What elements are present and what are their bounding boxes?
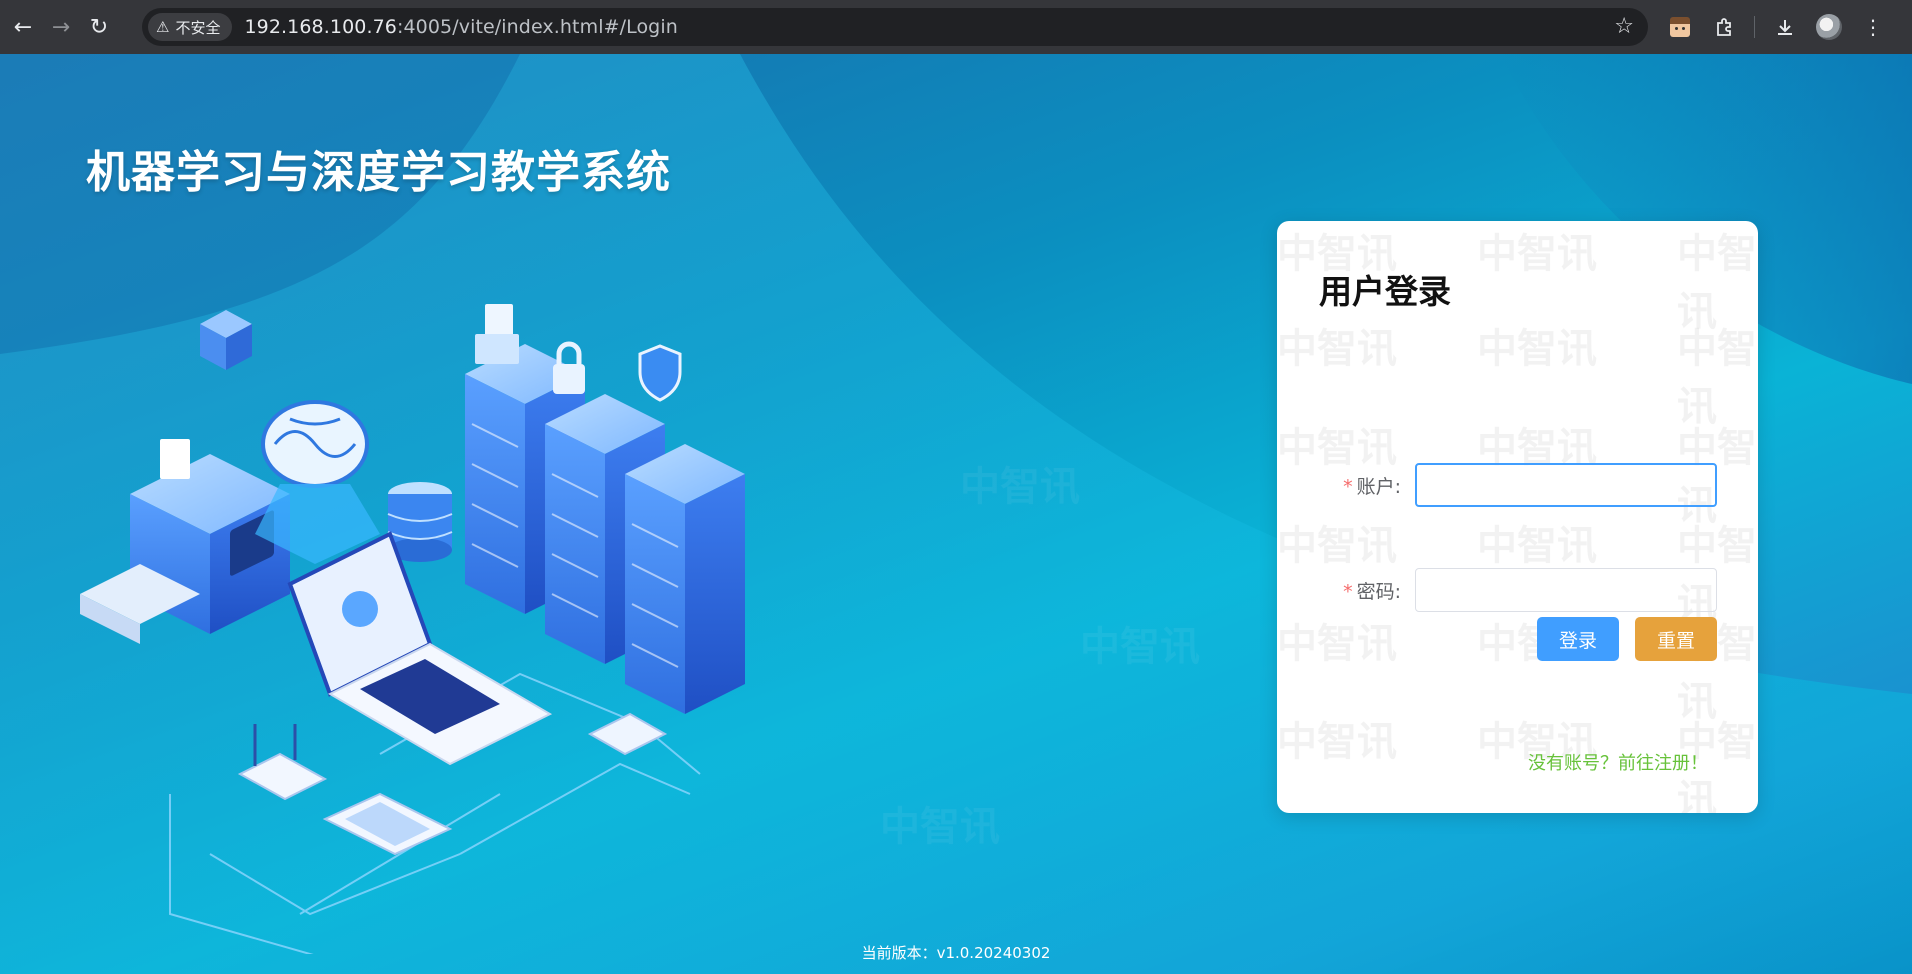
required-mark: *	[1343, 475, 1353, 498]
card-watermark: 中智讯	[1277, 326, 1397, 372]
url-host: 192.168.100.76	[244, 16, 397, 38]
version-info: 当前版本：v1.0.20240302	[861, 944, 1051, 962]
url-path: :4005/vite/index.html#/Login	[396, 16, 678, 38]
brain-icon	[255, 400, 380, 564]
login-button[interactable]: 登录	[1537, 617, 1619, 661]
address-bar[interactable]: ⚠ 不安全 192.168.100.76:4005/vite/index.htm…	[142, 8, 1648, 46]
card-watermark: 中智讯	[1277, 719, 1397, 765]
card-watermark: 中智讯	[1277, 621, 1397, 667]
login-title: 用户登录	[1319, 272, 1451, 311]
login-page: 中智讯 中智讯 中智讯 机器学习与深度学习教学系统	[0, 54, 1912, 974]
router-icon	[237, 724, 328, 801]
account-label: * 账户:	[1277, 472, 1415, 499]
password-input[interactable]	[1415, 568, 1717, 612]
card-watermark: 中智讯	[1277, 523, 1397, 569]
back-icon[interactable]: ←	[4, 8, 42, 46]
required-mark: *	[1343, 580, 1353, 603]
card-watermark: 中智讯	[1477, 231, 1597, 277]
system-title: 机器学习与深度学习教学系统	[86, 147, 671, 198]
warning-icon: ⚠	[156, 18, 170, 36]
register-link[interactable]: 没有账号？前往注册！	[1528, 749, 1708, 775]
server-rack-icon	[465, 344, 745, 714]
card-watermark: 中智讯	[1477, 523, 1597, 569]
security-label: 不安全	[175, 18, 221, 37]
tablet-icon	[322, 792, 453, 856]
profile-avatar[interactable]	[1809, 8, 1849, 46]
shield-icon	[638, 344, 682, 402]
lock-icon	[553, 341, 585, 394]
menu-kebab-icon[interactable]: ⋮	[1853, 8, 1893, 46]
toolbar-divider	[1754, 16, 1755, 38]
extensions-puzzle-icon[interactable]	[1704, 8, 1744, 46]
security-indicator[interactable]: ⚠ 不安全	[148, 13, 233, 41]
floating-cube-icon	[200, 310, 252, 370]
browser-toolbar: ← → ↻ ⚠ 不安全 192.168.100.76:4005/vite/ind…	[0, 0, 1912, 54]
document-icon	[475, 304, 519, 364]
login-card: 中智讯 中智讯 中智讯 中智讯 中智讯 中智讯 中智讯 中智讯 中智讯 中智讯 …	[1277, 221, 1758, 813]
card-watermark: 中智讯	[1477, 326, 1597, 372]
reset-button[interactable]: 重置	[1635, 617, 1717, 661]
url-text[interactable]: 192.168.100.76:4005/vite/index.html#/Log…	[244, 16, 677, 38]
reload-icon[interactable]: ↻	[80, 8, 118, 46]
extension-avatar-icon[interactable]	[1660, 8, 1700, 46]
password-label-text: 密码:	[1356, 580, 1401, 603]
forward-icon[interactable]: →	[42, 8, 80, 46]
account-label-text: 账户:	[1356, 475, 1401, 498]
password-row: * 密码:	[1277, 568, 1758, 612]
account-row: * 账户:	[1277, 463, 1758, 507]
account-input[interactable]	[1415, 463, 1717, 507]
desk-icon	[587, 712, 668, 756]
bookmark-star-icon[interactable]: ☆	[1614, 14, 1634, 39]
machine-icon	[80, 439, 290, 644]
download-icon[interactable]	[1765, 8, 1805, 46]
datacenter-illustration	[80, 304, 745, 954]
password-label: * 密码:	[1277, 577, 1415, 604]
